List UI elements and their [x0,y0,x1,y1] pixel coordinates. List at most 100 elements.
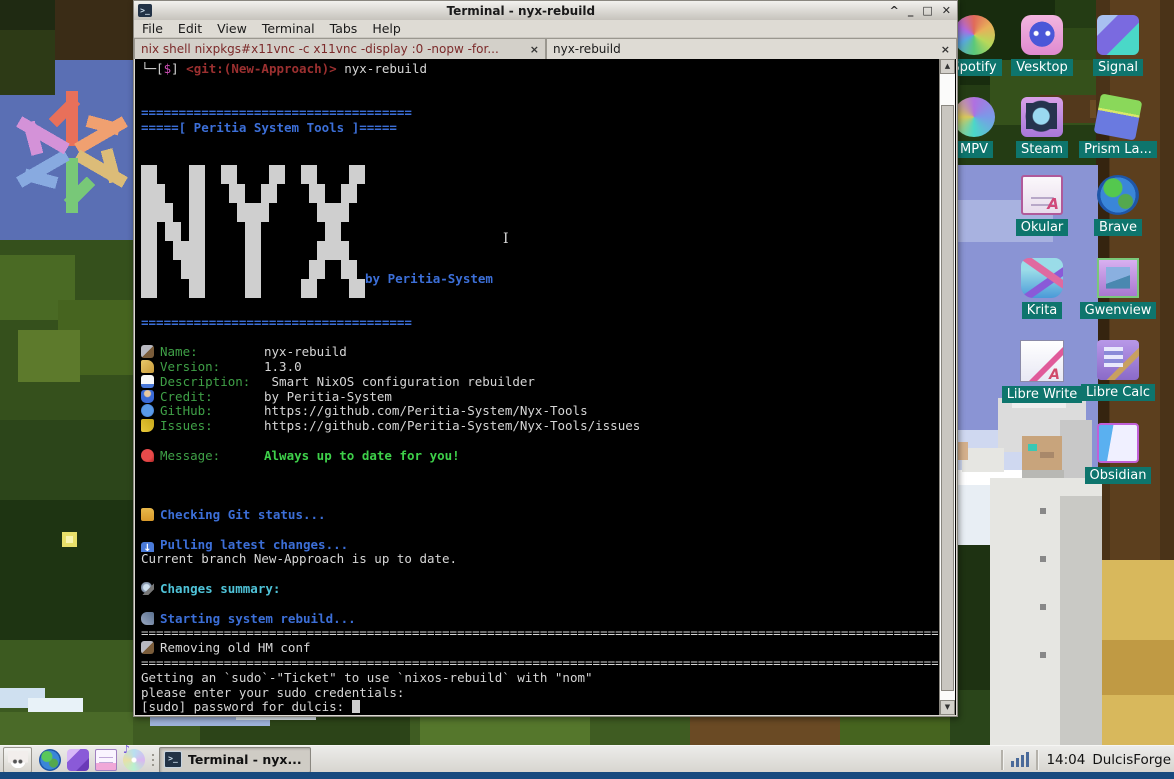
person-icon [141,390,154,403]
terminal-line: Checking Git status... [141,508,938,523]
vesktop-icon [1021,15,1063,55]
desktop-icon-gwenview[interactable]: Gwenview [1080,258,1156,319]
prism-icon [1094,93,1143,140]
host-label: DulcisForge [1092,752,1171,768]
close-button[interactable]: ✕ [942,4,951,17]
close-tab-icon[interactable]: × [941,43,950,56]
scroll-up-icon[interactable]: ▲ [940,59,955,74]
info-label: Description: [160,375,264,390]
scrollbar-thumb[interactable] [941,105,954,691]
text-span: $ [164,62,172,76]
spotify-icon [953,15,995,55]
globe-icon [141,404,154,417]
launcher-browser-globe-icon[interactable] [38,748,62,772]
system-tray: 14:04 DulcisForge [1001,750,1171,770]
mascot-icon [8,751,28,768]
scroll-down-icon[interactable]: ▼ [940,700,955,715]
terminal-scrollbar[interactable]: ▲ ▼ [939,59,955,715]
separator-line: ========================================… [141,656,938,671]
tray-separator [1001,750,1004,770]
info-label: Message: [160,449,264,464]
terminal-line: └─[$] <git:(New-Approach)> nyx-rebuild [141,62,938,77]
terminal-line [141,523,938,538]
terminal-line: [sudo] password for dulcis: [141,700,938,715]
tab-1[interactable]: nix shell nixpkgs#x11vnc -c x11vnc -disp… [134,38,546,59]
menu-edit[interactable]: Edit [178,21,202,36]
terminal-window[interactable]: >_ Terminal - nyx-rebuild ^_□✕ FileEditV… [133,0,958,717]
desktop-icon-label: Okular [1016,219,1069,236]
menu-help[interactable]: Help [372,21,401,36]
terminal-line: Message:Always up to date for you! [141,449,938,464]
desktop-icon-steam[interactable]: Steam [1004,97,1080,158]
window-titlebar[interactable]: >_ Terminal - nyx-rebuild ^_□✕ [134,1,957,20]
desktop-icon-label: Gwenview [1080,302,1157,319]
terminal-content[interactable]: └─[$] <git:(New-Approach)> nyx-rebuild =… [135,59,956,715]
launcher-music-disc-icon[interactable] [122,748,146,772]
menu-terminal[interactable]: Terminal [262,21,315,36]
launcher-signal-box-icon[interactable] [66,748,90,772]
info-value: https://github.com/Peritia-System/Nyx-To… [264,404,588,418]
terminal-line: Credit:by Peritia-System [141,390,938,405]
terminal-line: Starting system rebuild... [141,612,938,627]
tab-label: nix shell nixpkgs#x11vnc -c x11vnc -disp… [141,42,499,56]
notes-icon [95,749,117,771]
menu-bar: File Edit View Terminal Tabs Help [134,20,957,38]
gwenview-icon [1097,258,1139,298]
terminal-line: Current branch New-Approach is up to dat… [141,552,938,567]
task-button-label: Terminal - nyx... [188,752,302,767]
desktop-icon-okular[interactable]: Okular [1004,175,1080,236]
text-span: Starting system rebuild... [160,612,356,626]
bar-chart-icon[interactable] [1011,752,1029,767]
menu-tabs[interactable]: Tabs [330,21,358,36]
terminal-line [141,597,938,612]
nyx-ascii-art: by Peritia-System [141,151,938,301]
desktop-icon-krita[interactable]: Krita [1004,258,1080,319]
desktop-icon-signal[interactable]: Signal [1080,15,1156,76]
tray-separator [1036,750,1039,770]
text-span: <git:(New-Approach)> [186,62,337,76]
menu-view[interactable]: View [217,21,247,36]
text-span: Changes summary: [160,582,280,596]
desktop-icon-label: Prism La... [1079,141,1157,158]
terminal-line: =====[ Peritia System Tools ]===== [141,121,938,136]
terminal-line [141,567,938,582]
close-tab-icon[interactable]: × [530,43,539,56]
terminal-line [141,136,938,151]
window-title: Terminal - nyx-rebuild [152,4,890,18]
desktop-icon-vesktop[interactable]: Vesktop [1004,15,1080,76]
launcher-notes-icon[interactable] [94,748,118,772]
info-label: Credit: [160,390,264,405]
terminal-line: ==================================== [141,316,938,331]
info-value: Smart NixOS configuration rebuilder [264,375,535,389]
block-cursor [352,700,360,713]
folder-icon [141,508,154,521]
text-span: =====[ Peritia System Tools ]===== [141,121,397,135]
info-value: 1.3.0 [264,360,302,374]
text-span: ] [171,62,186,76]
pin-icon [141,449,154,462]
desktop-icon-libre-write[interactable]: Libre Write [1004,340,1080,403]
mpv-icon [953,97,995,137]
clock[interactable]: 14:04 [1046,752,1085,768]
menu-file[interactable]: File [142,21,163,36]
minimize-button[interactable]: _ [908,4,914,17]
desktop-icon-brave[interactable]: Brave [1080,175,1156,236]
desktop-icon-obsidian[interactable]: Obsidian [1080,423,1156,484]
app-menu-button[interactable] [3,747,32,773]
desktop-icon-libre-calc[interactable]: Libre Calc [1080,340,1156,401]
maximize-button[interactable]: □ [922,4,932,17]
separator-line: ========================================… [141,626,938,641]
desktop-icon-prism-la-[interactable]: Prism La... [1080,97,1156,158]
mag-icon [141,582,154,595]
terminal-output[interactable]: └─[$] <git:(New-Approach)> nyx-rebuild =… [141,62,938,715]
phone-icon [141,419,154,432]
terminal-line [141,301,938,316]
terminal-line: Getting an `sudo`-"Ticket" to use `nixos… [141,671,938,686]
shade-button[interactable]: ^ [890,4,899,17]
krita-icon [1021,258,1063,298]
terminal-line: Pulling latest changes... [141,538,938,553]
tab-2[interactable]: nyx-rebuild× [546,38,957,59]
tools-icon [141,345,154,358]
task-button-terminal[interactable]: >_ Terminal - nyx... [159,747,311,773]
terminal-line: Name:nyx-rebuild [141,345,938,360]
